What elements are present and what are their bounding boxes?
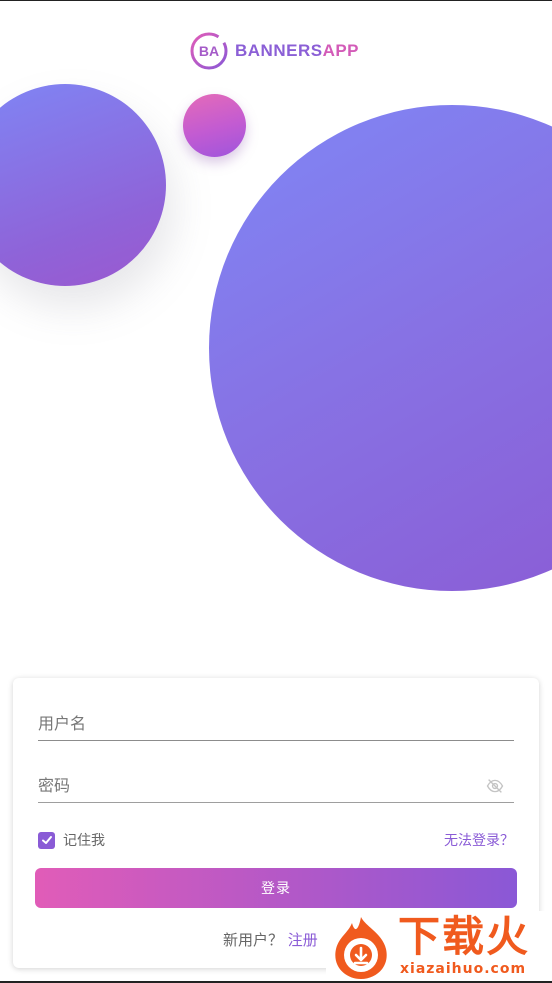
signup-row: 新用户？ 注册 xyxy=(223,929,318,950)
checkmark-icon xyxy=(41,836,52,844)
decor-circle-small xyxy=(183,94,246,157)
username-input[interactable] xyxy=(38,701,514,740)
svg-text:BA: BA xyxy=(199,43,219,59)
signup-prompt: 新用户？ xyxy=(223,931,284,949)
password-field xyxy=(38,763,514,803)
username-field xyxy=(38,701,514,741)
remember-checkbox[interactable] xyxy=(38,831,55,849)
remember-me[interactable]: 记住我 xyxy=(38,830,105,850)
watermark-url: xiazaihuo.com xyxy=(400,961,527,977)
decor-circle-left xyxy=(0,84,166,286)
eye-off-icon[interactable] xyxy=(486,777,504,795)
login-screen: BA BANNERSAPP 记住我 无法登录？ xyxy=(0,0,552,983)
password-input[interactable] xyxy=(38,763,514,802)
login-button[interactable]: 登录 xyxy=(35,868,517,908)
watermark-logo xyxy=(335,917,387,979)
decor-circle-large xyxy=(209,105,552,591)
watermark: 下载火 xiazaihuo.com xyxy=(326,911,552,981)
app-logo: BA BANNERSAPP xyxy=(189,31,359,71)
cant-login-link[interactable]: 无法登录？ xyxy=(444,830,514,850)
remember-label: 记住我 xyxy=(63,833,105,849)
signup-link[interactable]: 注册 xyxy=(288,931,318,949)
watermark-title: 下载火 xyxy=(398,912,531,961)
brand-name: BANNERSAPP xyxy=(235,41,360,60)
logo-icon: BA xyxy=(190,32,228,70)
